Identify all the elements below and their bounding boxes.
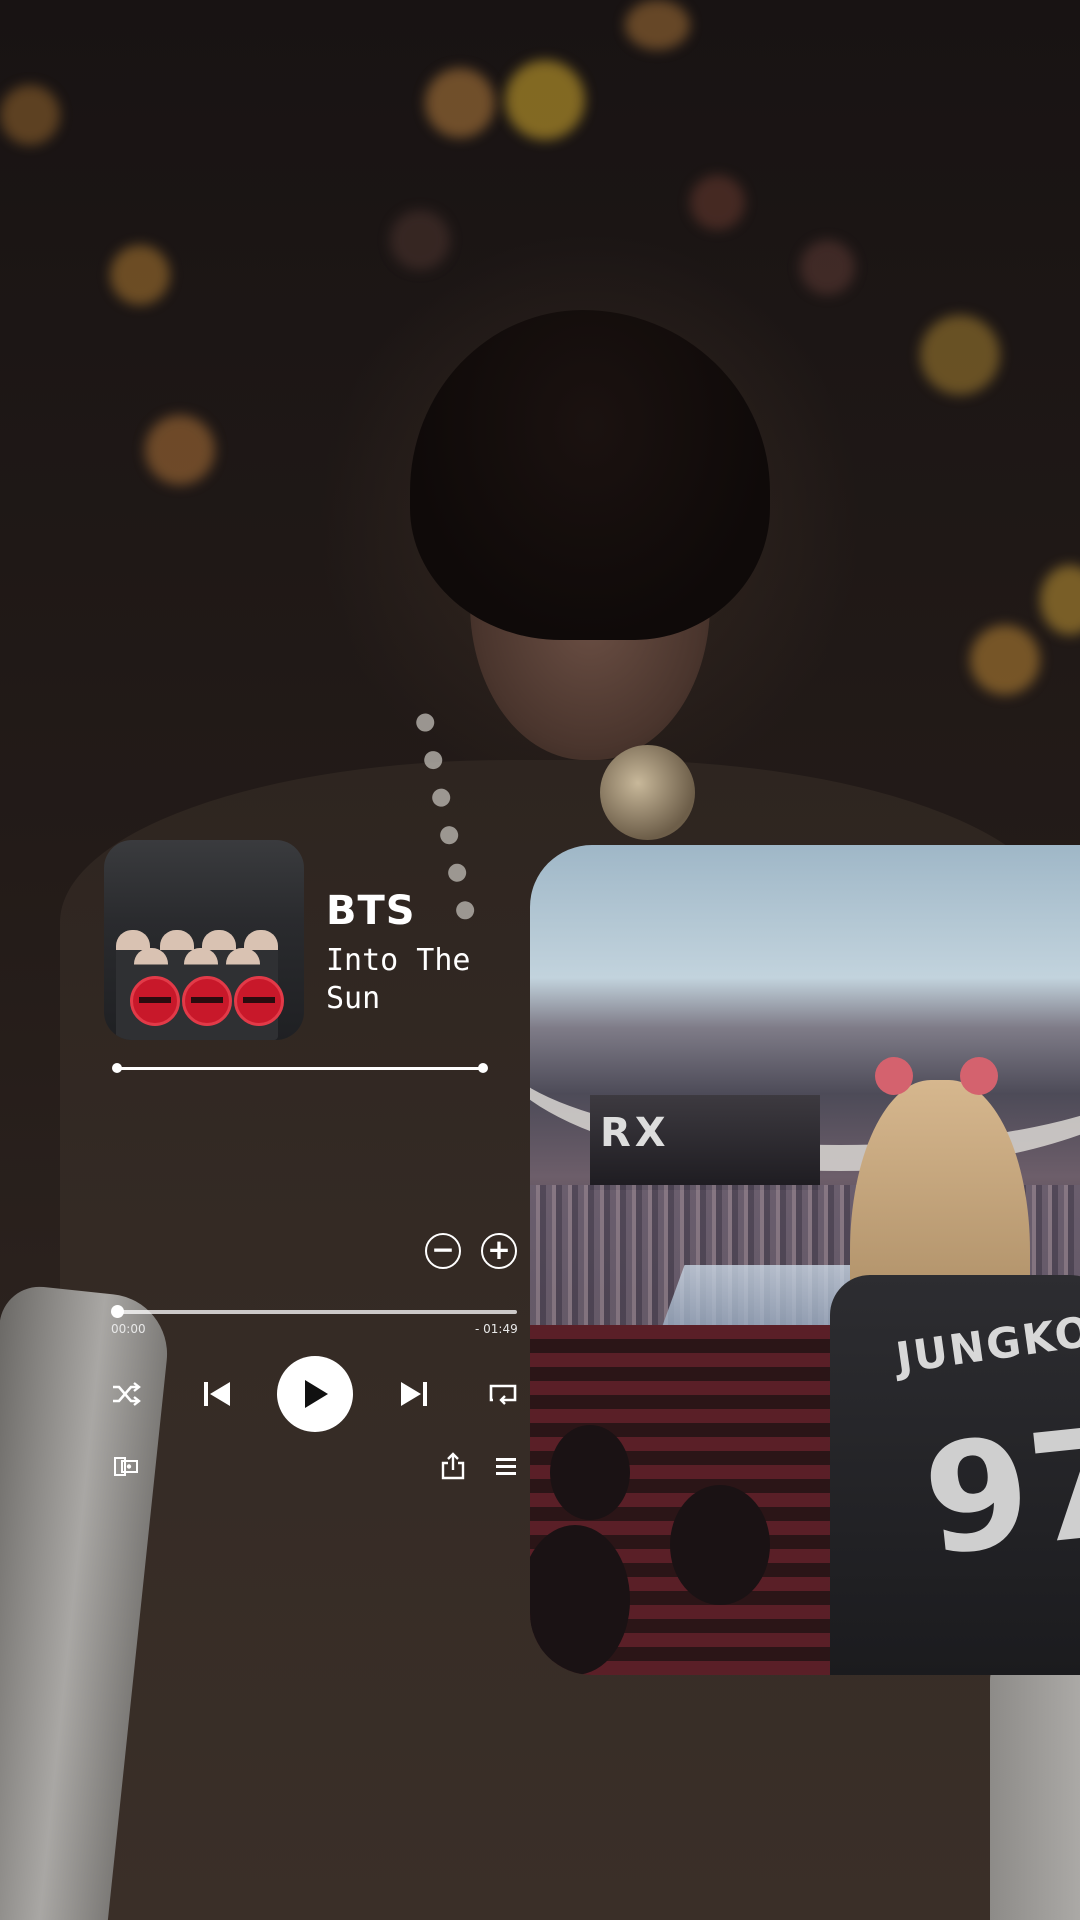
- zoom-in-button[interactable]: +: [481, 1233, 517, 1269]
- share-button[interactable]: [439, 1452, 467, 1480]
- share-icon: [441, 1452, 465, 1480]
- album-logo-circle: [234, 976, 284, 1026]
- next-button[interactable]: [398, 1378, 430, 1410]
- bokeh-light: [425, 68, 495, 138]
- progress-knob[interactable]: [111, 1305, 124, 1318]
- bokeh-light: [110, 245, 170, 305]
- stage-screen-text: RX: [600, 1110, 670, 1156]
- fan-headband-ear: [875, 1057, 913, 1095]
- repeat-icon: [489, 1384, 517, 1405]
- bokeh-light: [920, 315, 1000, 395]
- zoom-out-button[interactable]: −: [425, 1233, 461, 1269]
- bokeh-light: [145, 415, 215, 485]
- album-art: [104, 840, 304, 1040]
- time-remaining: - 01:49: [475, 1322, 518, 1336]
- cast-button[interactable]: [112, 1454, 140, 1480]
- jersey-number: 97: [916, 1394, 1080, 1590]
- fan-head: [550, 1425, 630, 1520]
- bokeh-light: [690, 175, 745, 230]
- bokeh-light: [0, 85, 60, 145]
- bokeh-light: [390, 210, 450, 270]
- divider-line: [116, 1067, 484, 1070]
- album-logo-circle: [182, 976, 232, 1026]
- previous-button[interactable]: [201, 1378, 233, 1410]
- bokeh-light: [505, 60, 585, 140]
- bokeh-light: [800, 240, 855, 295]
- minus-icon: −: [431, 1232, 455, 1266]
- album-logo-circle: [130, 976, 180, 1026]
- performer-sleeve: [990, 1650, 1080, 1920]
- plus-icon: +: [487, 1232, 511, 1266]
- next-icon: [401, 1382, 427, 1406]
- divider-dot: [478, 1063, 488, 1073]
- fan-head: [670, 1485, 770, 1605]
- bokeh-light: [625, 0, 690, 50]
- repeat-button[interactable]: [487, 1380, 519, 1408]
- artist-name: BTS: [326, 888, 416, 934]
- music-player-screen: RX JUNGKOOK 97 BTS Into The Sun − + 00:0…: [0, 0, 1080, 1920]
- cast-icon: [114, 1457, 138, 1476]
- play-button[interactable]: [277, 1356, 353, 1432]
- play-icon: [305, 1380, 328, 1408]
- performer-hair: [410, 310, 770, 640]
- fan-headband-ear: [960, 1057, 998, 1095]
- concert-photo: RX JUNGKOOK 97: [530, 845, 1080, 1675]
- shuffle-icon: [113, 1382, 141, 1406]
- song-title: Into The Sun: [326, 943, 471, 1016]
- progress-bar[interactable]: [114, 1310, 517, 1314]
- shuffle-button[interactable]: [110, 1380, 142, 1408]
- bokeh-light: [970, 625, 1040, 695]
- queue-button[interactable]: [493, 1455, 519, 1479]
- time-elapsed: 00:00: [111, 1322, 146, 1336]
- divider-dot: [112, 1063, 122, 1073]
- bokeh-light: [1040, 565, 1080, 635]
- queue-icon: [496, 1458, 516, 1475]
- previous-icon: [204, 1382, 230, 1406]
- microphone: [600, 745, 695, 840]
